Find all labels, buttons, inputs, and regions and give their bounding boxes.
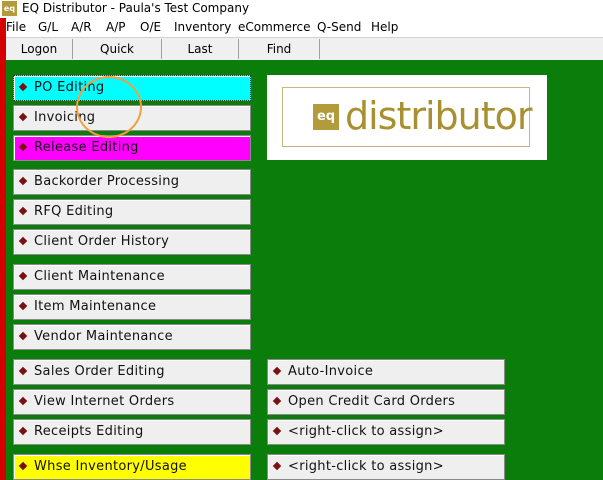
logo-text: distributor bbox=[345, 94, 533, 138]
diamond-bullet-icon bbox=[18, 206, 28, 216]
button-label: RFQ Editing bbox=[34, 204, 114, 219]
client-maintenance-button[interactable]: Client Maintenance bbox=[13, 264, 251, 290]
whse-inventory-usage-button[interactable]: Whse Inventory/Usage bbox=[13, 454, 251, 480]
sales-order-editing-button[interactable]: Sales Order Editing bbox=[13, 359, 251, 385]
diamond-bullet-icon bbox=[272, 461, 282, 471]
diamond-bullet-icon bbox=[18, 176, 28, 186]
button-label: <right-click to assign> bbox=[288, 424, 444, 439]
eq-logo-icon: eq bbox=[313, 104, 339, 130]
diamond-bullet-icon bbox=[18, 112, 28, 122]
menu-ar[interactable]: A/R bbox=[71, 20, 92, 34]
button-label: Open Credit Card Orders bbox=[288, 394, 456, 409]
release-editing-button[interactable]: Release Editing bbox=[13, 135, 251, 161]
menu-help[interactable]: Help bbox=[371, 20, 398, 34]
client-order-history-button[interactable]: Client Order History bbox=[13, 229, 251, 255]
menu-ecommerce[interactable]: eCommerce bbox=[238, 20, 311, 34]
button-label: Item Maintenance bbox=[34, 299, 157, 314]
diamond-bullet-icon bbox=[18, 396, 28, 406]
diamond-bullet-icon bbox=[272, 396, 282, 406]
logon-button[interactable]: Logon bbox=[6, 39, 73, 59]
invoicing-button[interactable]: Invoicing bbox=[13, 105, 251, 131]
diamond-bullet-icon bbox=[18, 236, 28, 246]
last-button[interactable]: Last bbox=[162, 39, 239, 59]
main-panel: PO Editing Invoicing Release Editing Bac… bbox=[6, 60, 603, 480]
menu-bar: File G/L A/R A/P O/E Inventory eCommerce… bbox=[0, 18, 603, 37]
po-editing-button[interactable]: PO Editing bbox=[13, 75, 251, 101]
button-label: Client Maintenance bbox=[34, 269, 165, 284]
menu-gl[interactable]: G/L bbox=[38, 20, 58, 34]
diamond-bullet-icon bbox=[18, 426, 28, 436]
diamond-bullet-icon bbox=[18, 366, 28, 376]
assignable-button-2[interactable]: <right-click to assign> bbox=[267, 454, 505, 480]
diamond-bullet-icon bbox=[18, 331, 28, 341]
receipts-editing-button[interactable]: Receipts Editing bbox=[13, 419, 251, 445]
quick-button[interactable]: Quick bbox=[73, 39, 162, 59]
button-label: PO Editing bbox=[34, 80, 105, 95]
rfq-editing-button[interactable]: RFQ Editing bbox=[13, 199, 251, 225]
button-label: View Internet Orders bbox=[34, 394, 175, 409]
button-label: Vendor Maintenance bbox=[34, 329, 173, 344]
diamond-bullet-icon bbox=[18, 82, 28, 92]
item-maintenance-button[interactable]: Item Maintenance bbox=[13, 294, 251, 320]
button-label: Release Editing bbox=[34, 140, 139, 155]
diamond-bullet-icon bbox=[18, 461, 28, 471]
open-credit-card-orders-button[interactable]: Open Credit Card Orders bbox=[267, 389, 505, 415]
diamond-bullet-icon bbox=[272, 426, 282, 436]
vendor-maintenance-button[interactable]: Vendor Maintenance bbox=[13, 324, 251, 350]
diamond-bullet-icon bbox=[272, 366, 282, 376]
menu-inventory[interactable]: Inventory bbox=[174, 20, 231, 34]
button-label: <right-click to assign> bbox=[288, 459, 444, 474]
find-button[interactable]: Find bbox=[239, 39, 320, 59]
backorder-processing-button[interactable]: Backorder Processing bbox=[13, 169, 251, 195]
window-title: EQ Distributor - Paula's Test Company bbox=[22, 1, 250, 15]
diamond-bullet-icon bbox=[18, 142, 28, 152]
button-label: Backorder Processing bbox=[34, 174, 180, 189]
app-icon: eq bbox=[2, 1, 17, 16]
title-bar: eq EQ Distributor - Paula's Test Company bbox=[0, 0, 603, 18]
button-label: Sales Order Editing bbox=[34, 364, 165, 379]
button-label: Whse Inventory/Usage bbox=[34, 459, 187, 474]
auto-invoice-button[interactable]: Auto-Invoice bbox=[267, 359, 505, 385]
toolbar: Logon Quick Last Find bbox=[6, 37, 603, 61]
menu-ap[interactable]: A/P bbox=[106, 20, 126, 34]
logo-frame: eq distributor bbox=[282, 87, 533, 147]
button-label: Client Order History bbox=[34, 234, 170, 249]
menu-qsend[interactable]: Q-Send bbox=[317, 20, 361, 34]
view-internet-orders-button[interactable]: View Internet Orders bbox=[13, 389, 251, 415]
button-label: Receipts Editing bbox=[34, 424, 144, 439]
diamond-bullet-icon bbox=[18, 271, 28, 281]
assignable-button-1[interactable]: <right-click to assign> bbox=[267, 419, 505, 445]
logo-panel: eq distributor bbox=[267, 75, 547, 160]
diamond-bullet-icon bbox=[18, 301, 28, 311]
button-label: Invoicing bbox=[34, 110, 96, 125]
menu-file[interactable]: File bbox=[6, 20, 26, 34]
menu-oe[interactable]: O/E bbox=[140, 20, 161, 34]
button-label: Auto-Invoice bbox=[288, 364, 374, 379]
